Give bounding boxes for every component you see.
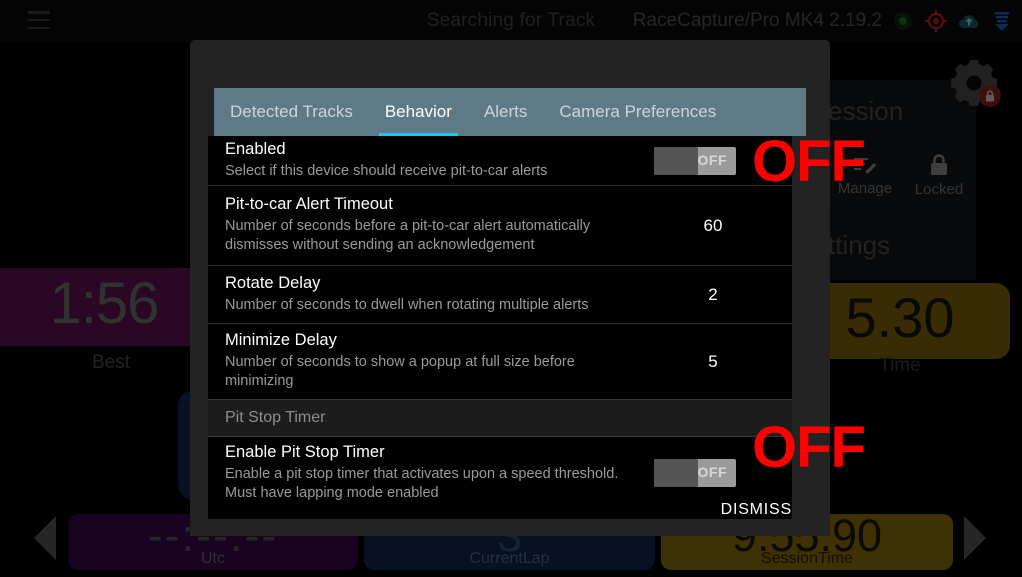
row-value[interactable]: 2 xyxy=(638,285,788,305)
row-title: Enable Pit Stop Timer xyxy=(225,442,385,461)
row-text: Pit-to-car Alert Timeout Number of secon… xyxy=(208,184,638,267)
tab-alerts[interactable]: Alerts xyxy=(468,88,543,136)
table-row[interactable]: Enable Pit Stop Timer Enable a pit stop … xyxy=(208,437,792,509)
app-root: Searching for Track RaceCapture/Pro MK4 … xyxy=(0,0,1022,577)
tab-detected-tracks[interactable]: Detected Tracks xyxy=(214,88,369,136)
row-description: Number of seconds to dwell when rotating… xyxy=(225,296,589,313)
tab-camera-preferences[interactable]: Camera Preferences xyxy=(543,88,732,136)
dismiss-button[interactable]: DISMISS xyxy=(721,501,792,519)
dialog-tab-bar: Detected Tracks Behavior Alerts Camera P… xyxy=(214,88,806,136)
row-text: Minimize Delay Number of seconds to show… xyxy=(208,320,638,403)
toggle-state-label: OFF xyxy=(697,464,727,480)
row-value[interactable]: 60 xyxy=(638,216,788,236)
table-row[interactable]: Minimize Delay Number of seconds to show… xyxy=(208,324,792,399)
row-text: Enable Pit Stop Timer Enable a pit stop … xyxy=(208,432,638,515)
row-text: Rotate Delay Number of seconds to dwell … xyxy=(208,263,638,327)
toggle-state-label: OFF xyxy=(697,152,727,168)
row-value[interactable]: 5 xyxy=(638,352,788,372)
row-title: Enabled xyxy=(225,139,286,158)
row-title: Minimize Delay xyxy=(225,331,337,349)
enabled-off-overlay: OFF xyxy=(752,129,866,194)
pit-stop-timer-off-overlay: OFF xyxy=(752,415,866,480)
row-description: Enable a pit stop timer that activates u… xyxy=(225,465,619,501)
enable-pit-stop-timer-toggle[interactable]: OFF xyxy=(654,459,736,487)
behavior-settings-list[interactable]: Enabled Select if this device should rec… xyxy=(208,136,792,519)
row-description: Number of seconds before a pit-to-car al… xyxy=(225,218,591,253)
enabled-toggle[interactable]: OFF xyxy=(654,147,736,175)
toggle-knob xyxy=(654,459,698,487)
track-settings-dialog: Detected Tracks Behavior Alerts Camera P… xyxy=(190,40,830,536)
toggle-knob xyxy=(654,147,698,175)
table-row[interactable]: Pit-to-car Alert Timeout Number of secon… xyxy=(208,186,792,266)
row-title: Pit-to-car Alert Timeout xyxy=(225,195,393,213)
tab-behavior[interactable]: Behavior xyxy=(369,88,468,136)
table-row[interactable]: Rotate Delay Number of seconds to dwell … xyxy=(208,266,792,324)
table-row[interactable]: Enabled Select if this device should rec… xyxy=(208,136,792,186)
row-description: Number of seconds to show a popup at ful… xyxy=(225,354,575,389)
row-description: Select if this device should receive pit… xyxy=(225,162,548,179)
row-title: Rotate Delay xyxy=(225,273,321,292)
